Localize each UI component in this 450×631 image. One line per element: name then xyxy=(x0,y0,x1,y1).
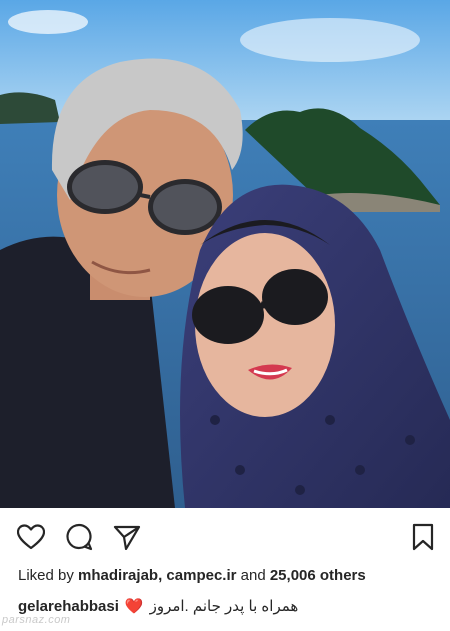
liked-by-user-link[interactable]: mhadirajab, xyxy=(78,567,162,584)
paper-plane-icon[interactable] xyxy=(112,522,142,552)
likes-count-link[interactable]: 25,006 others xyxy=(270,567,366,584)
heart-emoji: ❤️ xyxy=(124,598,144,615)
liked-by-user-link[interactable]: campec.ir xyxy=(166,567,236,584)
post-photo[interactable] xyxy=(0,0,450,508)
watermark: parsnaz.com xyxy=(2,614,71,626)
likes-summary: Liked by mhadirajab, campec.ir and 25,00… xyxy=(18,566,366,586)
heart-outline-icon[interactable] xyxy=(16,522,46,552)
post-actions-bar xyxy=(0,516,450,558)
bookmark-icon[interactable] xyxy=(408,522,438,552)
liked-by-label: Liked by xyxy=(18,567,74,584)
comment-bubble-icon[interactable] xyxy=(64,522,94,552)
caption-text: همراه با پدر جانم .امروز xyxy=(149,598,299,615)
likes-and-label: and xyxy=(240,567,266,584)
